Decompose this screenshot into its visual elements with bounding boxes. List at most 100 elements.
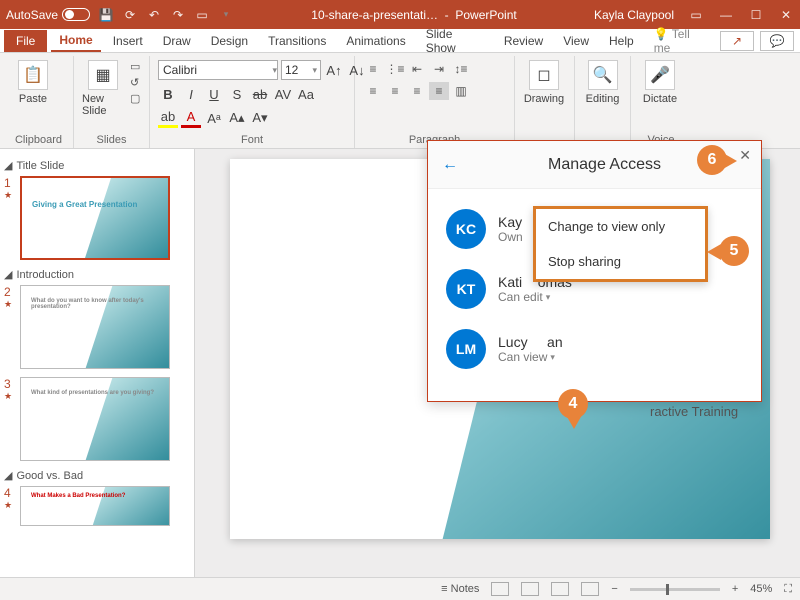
grow-font-icon[interactable]: A↑: [324, 60, 344, 80]
zoom-level[interactable]: 45%: [750, 583, 772, 595]
align-right-icon[interactable]: ≡: [407, 82, 427, 100]
notes-button[interactable]: ≡ Notes: [441, 583, 479, 595]
section-introduction[interactable]: ◢ Introduction: [4, 268, 190, 281]
highlight-button[interactable]: ab: [158, 108, 178, 128]
columns-icon[interactable]: ▥: [451, 82, 471, 100]
slide-number-2: 2: [4, 285, 14, 299]
align-center-icon[interactable]: ≡: [385, 82, 405, 100]
slideshow-view-icon[interactable]: [581, 582, 599, 596]
font-color-button[interactable]: A: [181, 108, 201, 128]
status-bar: ≡ Notes − + 45% ⛶: [0, 577, 800, 600]
spacing-button[interactable]: AV: [273, 84, 293, 104]
back-arrow-icon[interactable]: ←: [442, 156, 458, 174]
autosave-toggle[interactable]: AutoSave: [6, 8, 90, 22]
line-spacing-icon[interactable]: ↕≡: [451, 60, 471, 78]
bullets-icon[interactable]: ≡: [363, 60, 383, 78]
thumbnail-3[interactable]: What kind of presentations are you givin…: [20, 377, 170, 461]
user-name[interactable]: Kayla Claypool: [594, 8, 674, 22]
font-size-select[interactable]: 12▾: [281, 60, 321, 80]
comments-button[interactable]: 💬: [760, 31, 794, 51]
chevron-down-icon: ▾: [550, 352, 555, 363]
fit-window-icon[interactable]: ⛶: [784, 583, 792, 596]
zoom-in-button[interactable]: +: [732, 583, 738, 595]
align-left-icon[interactable]: ≡: [363, 82, 383, 100]
tab-view[interactable]: View: [555, 31, 597, 51]
callout-4: 4: [558, 389, 588, 419]
undo-icon[interactable]: ↶: [146, 7, 162, 23]
clipboard-icon: 📋: [18, 60, 48, 90]
strike-button[interactable]: ab: [250, 84, 270, 104]
clear-format-button[interactable]: Aᵃ: [204, 108, 224, 128]
indent-dec-icon[interactable]: ⇤: [407, 60, 427, 78]
section-icon[interactable]: ▢: [130, 92, 140, 105]
indent-inc-icon[interactable]: ⇥: [429, 60, 449, 78]
tab-design[interactable]: Design: [203, 31, 256, 51]
drawing-button[interactable]: ◻Drawing: [523, 60, 565, 105]
layout-icon[interactable]: ▭: [130, 60, 140, 73]
tell-me[interactable]: 💡 Tell me: [646, 24, 716, 58]
menu-stop-sharing[interactable]: Stop sharing: [536, 244, 705, 279]
tab-transitions[interactable]: Transitions: [260, 31, 334, 51]
dictate-button[interactable]: 🎤Dictate: [639, 60, 681, 105]
tab-draw[interactable]: Draw: [155, 31, 199, 51]
superscript-button[interactable]: A▴: [227, 108, 247, 128]
justify-icon[interactable]: ≡: [429, 82, 449, 100]
start-slideshow-icon[interactable]: ▭: [194, 7, 210, 23]
section-title-slide[interactable]: ◢ Title Slide: [4, 159, 190, 172]
sorter-view-icon[interactable]: [521, 582, 539, 596]
window-options-icon[interactable]: ▭: [688, 7, 704, 23]
tab-slideshow[interactable]: Slide Show: [418, 24, 492, 58]
share-button[interactable]: ↗: [720, 31, 754, 51]
subscript-button[interactable]: A▾: [250, 108, 270, 128]
maximize-icon[interactable]: ☐: [748, 7, 764, 23]
tab-home[interactable]: Home: [51, 30, 100, 52]
font-name-select[interactable]: Calibri▾: [158, 60, 278, 80]
close-icon[interactable]: ✕: [778, 7, 794, 23]
autosave-label: AutoSave: [6, 8, 58, 22]
thumbnail-pane[interactable]: ◢ Title Slide 1★ Giving a Great Presenta…: [0, 149, 195, 577]
tab-insert[interactable]: Insert: [105, 31, 151, 51]
reset-icon[interactable]: ↺: [130, 76, 140, 89]
qat-more-icon[interactable]: ▾: [218, 7, 234, 23]
redo-icon[interactable]: ↷: [170, 7, 186, 23]
dialog-close-button[interactable]: ✕: [739, 147, 751, 164]
person-permission[interactable]: Can edit ▾: [498, 290, 572, 304]
section-good-vs-bad[interactable]: ◢ Good vs. Bad: [4, 469, 190, 482]
slide-number-1: 1: [4, 176, 14, 190]
tab-animations[interactable]: Animations: [338, 31, 413, 51]
person-row-3: LM Lucy an Can view ▾: [446, 319, 743, 379]
case-button[interactable]: Aa: [296, 84, 316, 104]
callout-6: 6: [697, 145, 727, 175]
thumbnail-4[interactable]: What Makes a Bad Presentation?: [20, 486, 170, 526]
group-font: Font: [158, 132, 346, 148]
menu-change-view-only[interactable]: Change to view only: [536, 209, 705, 244]
tab-help[interactable]: Help: [601, 31, 642, 51]
mic-icon: 🎤: [645, 60, 675, 90]
new-slide-icon: ▦: [88, 60, 118, 90]
tab-review[interactable]: Review: [496, 31, 551, 51]
underline-button[interactable]: U: [204, 84, 224, 104]
italic-button[interactable]: I: [181, 84, 201, 104]
shapes-icon: ◻: [529, 60, 559, 90]
normal-view-icon[interactable]: [491, 582, 509, 596]
thumbnail-1[interactable]: Giving a Great Presentation: [20, 176, 170, 260]
paste-button[interactable]: 📋 Paste: [12, 60, 54, 105]
minimize-icon[interactable]: —: [718, 7, 734, 23]
chevron-down-icon: ▾: [546, 292, 551, 303]
person-permission[interactable]: Own: [498, 230, 523, 244]
numbering-icon[interactable]: ⋮≡: [385, 60, 405, 78]
reading-view-icon[interactable]: [551, 582, 569, 596]
shadow-button[interactable]: S: [227, 84, 247, 104]
new-slide-button[interactable]: ▦ New Slide: [82, 60, 124, 117]
tab-file[interactable]: File: [4, 30, 47, 52]
animation-star-icon: ★: [4, 500, 14, 511]
zoom-out-button[interactable]: −: [611, 583, 617, 595]
animation-star-icon: ★: [4, 190, 14, 201]
editing-button[interactable]: 🔍Editing: [583, 60, 622, 105]
bold-button[interactable]: B: [158, 84, 178, 104]
person-permission[interactable]: Can view ▾: [498, 350, 563, 364]
sync-icon[interactable]: ⟳: [122, 7, 138, 23]
zoom-slider[interactable]: [630, 588, 720, 591]
thumbnail-2[interactable]: What do you want to know after today's p…: [20, 285, 170, 369]
save-icon[interactable]: 💾: [98, 7, 114, 23]
